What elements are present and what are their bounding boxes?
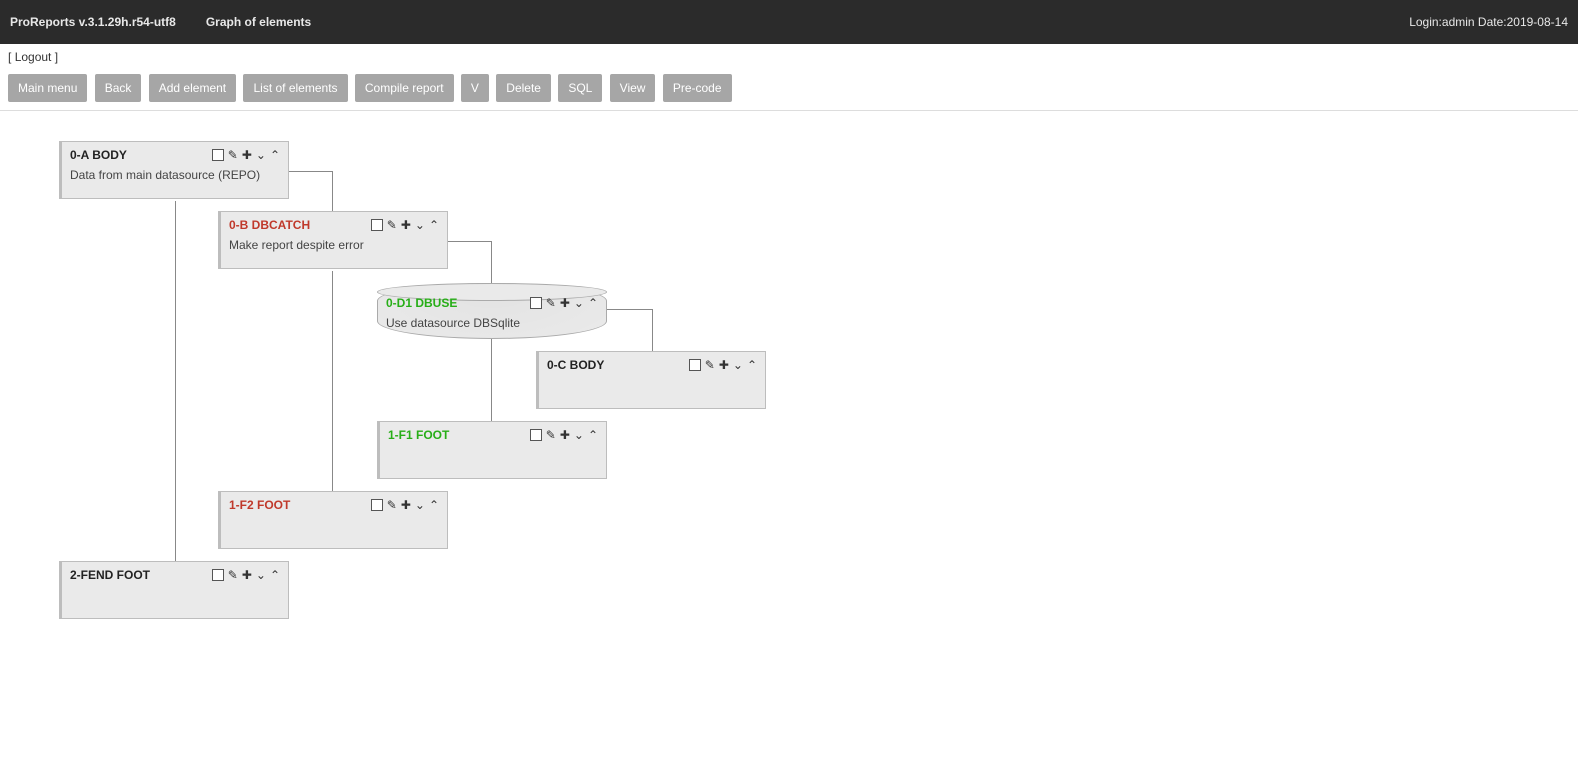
node-title: 0-D1 DBUSE	[386, 296, 530, 310]
checkbox-icon[interactable]	[530, 297, 542, 309]
list-elements-button[interactable]: List of elements	[243, 74, 347, 102]
pencil-icon[interactable]: ✎	[546, 429, 556, 441]
checkbox-icon[interactable]	[689, 359, 701, 371]
up-icon[interactable]: ⌃	[747, 359, 757, 371]
node-title: 1-F1 FOOT	[388, 428, 530, 442]
precode-button[interactable]: Pre-code	[663, 74, 732, 102]
sql-button[interactable]: SQL	[558, 74, 602, 102]
up-icon[interactable]: ⌃	[270, 569, 280, 581]
node-desc: Make report despite error	[229, 238, 439, 252]
checkbox-icon[interactable]	[371, 499, 383, 511]
pencil-icon[interactable]: ✎	[387, 219, 397, 231]
plus-icon[interactable]: ✚	[401, 219, 411, 231]
checkbox-icon[interactable]	[530, 429, 542, 441]
node-0c-body[interactable]: 0-C BODY ✎ ✚ ⌄ ⌃	[536, 351, 766, 409]
plus-icon[interactable]: ✚	[560, 429, 570, 441]
compile-button[interactable]: Compile report	[355, 74, 454, 102]
view-button[interactable]: View	[610, 74, 656, 102]
down-icon[interactable]: ⌄	[574, 429, 584, 441]
pencil-icon[interactable]: ✎	[546, 297, 556, 309]
up-icon[interactable]: ⌃	[429, 499, 439, 511]
node-title: 0-B DBCATCH	[229, 218, 371, 232]
logout-row: [ Logout ]	[0, 44, 1578, 70]
add-element-button[interactable]: Add element	[149, 74, 236, 102]
app-title: ProReports v.3.1.29h.r54-utf8	[10, 15, 176, 29]
plus-icon[interactable]: ✚	[719, 359, 729, 371]
header-bar: ProReports v.3.1.29h.r54-utf8 Graph of e…	[0, 0, 1578, 44]
node-0a-body[interactable]: 0-A BODY ✎ ✚ ⌄ ⌃ Data from main datasour…	[59, 141, 289, 199]
back-button[interactable]: Back	[95, 74, 142, 102]
page-title: Graph of elements	[206, 15, 311, 29]
node-title: 0-C BODY	[547, 358, 689, 372]
pencil-icon[interactable]: ✎	[228, 569, 238, 581]
node-1f1-foot[interactable]: 1-F1 FOOT ✎ ✚ ⌄ ⌃	[377, 421, 607, 479]
plus-icon[interactable]: ✚	[242, 569, 252, 581]
up-icon[interactable]: ⌃	[588, 297, 598, 309]
v-button[interactable]: V	[461, 74, 489, 102]
down-icon[interactable]: ⌄	[415, 499, 425, 511]
login-info: Login:admin Date:2019-08-14	[1409, 15, 1568, 29]
checkbox-icon[interactable]	[212, 569, 224, 581]
node-title: 1-F2 FOOT	[229, 498, 371, 512]
down-icon[interactable]: ⌄	[256, 149, 266, 161]
node-0d1-dbuse[interactable]: 0-D1 DBUSE ✎ ✚ ⌄ ⌃ Use datasource DBSqli…	[377, 283, 607, 339]
down-icon[interactable]: ⌄	[574, 297, 584, 309]
node-title: 0-A BODY	[70, 148, 212, 162]
checkbox-icon[interactable]	[212, 149, 224, 161]
down-icon[interactable]: ⌄	[415, 219, 425, 231]
up-icon[interactable]: ⌃	[429, 219, 439, 231]
main-menu-button[interactable]: Main menu	[8, 74, 87, 102]
pencil-icon[interactable]: ✎	[387, 499, 397, 511]
node-desc: Use datasource DBSqlite	[386, 316, 598, 330]
plus-icon[interactable]: ✚	[560, 297, 570, 309]
plus-icon[interactable]: ✚	[401, 499, 411, 511]
up-icon[interactable]: ⌃	[270, 149, 280, 161]
pencil-icon[interactable]: ✎	[228, 149, 238, 161]
graph-canvas: 0-A BODY ✎ ✚ ⌄ ⌃ Data from main datasour…	[0, 111, 1578, 731]
checkbox-icon[interactable]	[371, 219, 383, 231]
plus-icon[interactable]: ✚	[242, 149, 252, 161]
node-2fend-foot[interactable]: 2-FEND FOOT ✎ ✚ ⌄ ⌃	[59, 561, 289, 619]
pencil-icon[interactable]: ✎	[705, 359, 715, 371]
toolbar: Main menu Back Add element List of eleme…	[0, 70, 1578, 111]
node-0b-dbcatch[interactable]: 0-B DBCATCH ✎ ✚ ⌄ ⌃ Make report despite …	[218, 211, 448, 269]
delete-button[interactable]: Delete	[496, 74, 551, 102]
down-icon[interactable]: ⌄	[733, 359, 743, 371]
node-desc: Data from main datasource (REPO)	[70, 168, 280, 182]
node-title: 2-FEND FOOT	[70, 568, 212, 582]
logout-link[interactable]: Logout	[15, 50, 52, 64]
down-icon[interactable]: ⌄	[256, 569, 266, 581]
node-1f2-foot[interactable]: 1-F2 FOOT ✎ ✚ ⌄ ⌃	[218, 491, 448, 549]
up-icon[interactable]: ⌃	[588, 429, 598, 441]
